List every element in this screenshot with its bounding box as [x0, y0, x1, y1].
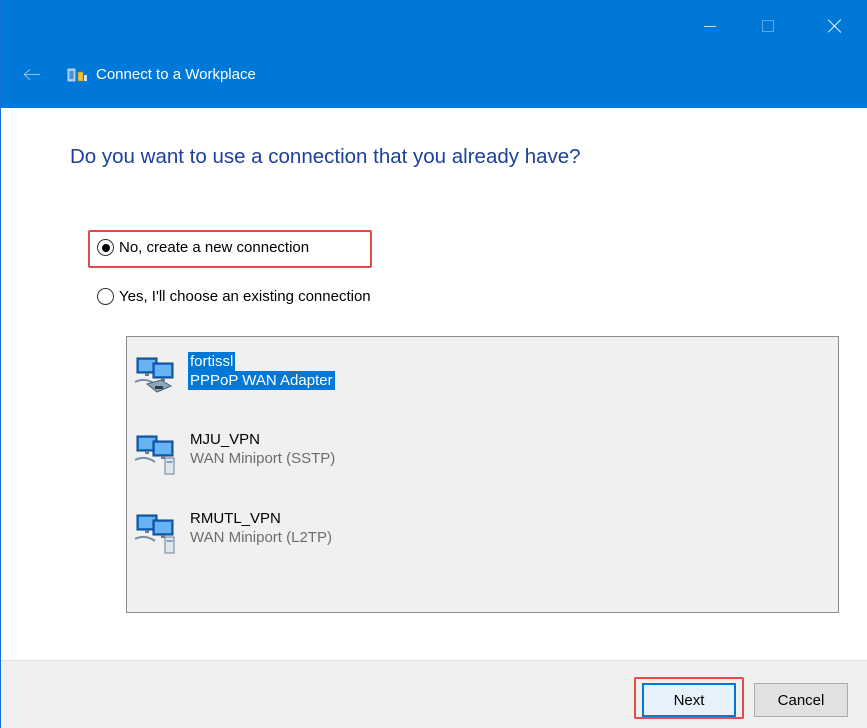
- option-new-connection[interactable]: No, create a new connection: [97, 239, 309, 256]
- vpn-connection-icon: [134, 435, 175, 475]
- option-new-connection-label: No, create a new connection: [119, 239, 310, 256]
- connection-name: fortissl: [188, 352, 236, 371]
- connection-name: MJU_VPN: [190, 431, 261, 448]
- connection-device: PPPoP WAN Adapter: [188, 371, 335, 390]
- window-title: Connect to a Workplace: [96, 66, 256, 83]
- highlight-next-button: [634, 677, 744, 719]
- radio-new-connection[interactable]: [97, 239, 114, 256]
- option-existing-connection-label: Yes, I'll choose an existing connection: [119, 288, 371, 305]
- minimize-button[interactable]: [681, 0, 739, 52]
- back-arrow-icon: [23, 68, 40, 80]
- cancel-button[interactable]: Cancel: [754, 683, 848, 717]
- network-wizard-icon: [67, 68, 87, 82]
- connection-list[interactable]: fortissl PPPoP WAN Adapter MJU_VPN WAN M…: [126, 336, 839, 613]
- vpn-connection-icon: [134, 357, 174, 393]
- page-heading: Do you want to use a connection that you…: [70, 145, 581, 168]
- maximize-button[interactable]: [739, 0, 797, 52]
- back-button[interactable]: [19, 62, 45, 86]
- close-button[interactable]: [806, 0, 864, 52]
- option-existing-connection[interactable]: Yes, I'll choose an existing connection: [97, 288, 371, 305]
- close-icon: [828, 19, 842, 33]
- vpn-connection-icon: [134, 514, 175, 554]
- connection-device: WAN Miniport (SSTP): [190, 450, 336, 467]
- connection-device: WAN Miniport (L2TP): [190, 529, 332, 546]
- title-bar: Connect to a Workplace: [1, 0, 867, 108]
- minimize-icon: [704, 25, 716, 27]
- radio-existing-connection[interactable]: [97, 288, 114, 305]
- maximize-icon: [762, 20, 774, 32]
- connect-to-workplace-window: Connect to a Workplace Do you want to us…: [0, 0, 867, 728]
- connection-name: RMUTL_VPN: [190, 510, 281, 527]
